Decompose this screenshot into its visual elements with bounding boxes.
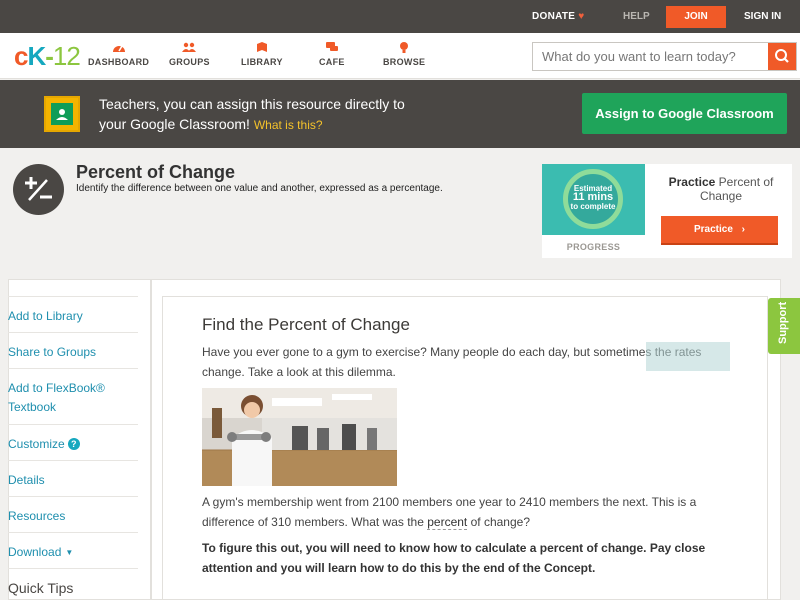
donate-label: DONATE	[532, 11, 576, 22]
nav-cafe-label: CAFE	[319, 57, 345, 67]
ck12-logo[interactable]: cK-12	[14, 42, 81, 70]
page-subtitle: Identify the difference between one valu…	[76, 183, 443, 194]
percent-vocab-link[interactable]: percent	[427, 515, 468, 530]
nav-browse-label: BROWSE	[383, 57, 426, 67]
progress-graphic: Estimated 11 mins to complete	[542, 164, 645, 235]
sign-in-link[interactable]: SIGN IN	[744, 11, 781, 22]
practice-card: Estimated 11 mins to complete PROGRESS P…	[542, 164, 792, 258]
sidebar-item-customize[interactable]: Customize?	[8, 424, 138, 454]
library-icon	[256, 42, 267, 52]
top-bar: DONATE ♥ HELP JOIN SIGN IN	[0, 0, 800, 33]
practice-button[interactable]: Practice ›	[661, 216, 778, 245]
caret-down-icon: ▼	[65, 548, 74, 557]
assign-to-google-classroom-button[interactable]: Assign to Google Classroom	[582, 93, 787, 134]
plus-minus-icon	[13, 164, 64, 215]
dashboard-icon	[112, 45, 125, 52]
banner-text: Teachers, you can assign this resource d…	[99, 94, 479, 135]
nav-library-label: LIBRARY	[241, 57, 283, 67]
sidebar-item-details[interactable]: Details	[8, 460, 138, 490]
heart-icon: ♥	[578, 11, 585, 22]
help-icon[interactable]: ?	[67, 438, 80, 450]
sidebar-item-add-to-flexbook[interactable]: Add to FlexBook® Textbook	[8, 368, 138, 417]
support-tab[interactable]: Support	[768, 298, 800, 354]
search-icon	[775, 49, 789, 63]
estimate-ring: Estimated 11 mins to complete	[563, 169, 623, 229]
search-bar	[532, 42, 797, 71]
cafe-icon	[325, 42, 338, 51]
groups-icon	[182, 42, 197, 52]
sidebar-item-quick-tips[interactable]: Quick Tips	[8, 568, 138, 598]
chevron-right-icon: ›	[741, 224, 746, 235]
gym-photo	[202, 388, 397, 486]
nav-groups[interactable]: GROUPS	[169, 41, 210, 67]
help-link[interactable]: HELP	[623, 11, 650, 22]
problem-paragraph: A gym's membership went from 2100 member…	[202, 495, 697, 530]
page-title: Percent of Change	[76, 162, 236, 182]
sidebar-item-share-to-groups[interactable]: Share to Groups	[8, 332, 138, 362]
practice-button-label: Practice	[693, 224, 733, 235]
join-button[interactable]: JOIN	[666, 6, 726, 28]
nav-library[interactable]: LIBRARY	[241, 41, 283, 67]
search-button[interactable]	[768, 43, 796, 70]
sidebar-item-download[interactable]: Download ▼	[8, 532, 138, 562]
practice-title: Practice Percent of Change	[668, 175, 774, 203]
to-complete-label: to complete	[570, 202, 616, 211]
browse-icon	[400, 42, 409, 53]
sidebar-item-add-to-library[interactable]: Add to Library	[8, 296, 138, 326]
nav-groups-label: GROUPS	[169, 57, 210, 67]
nav-dashboard-label: DASHBOARD	[88, 57, 150, 67]
progress-label: PROGRESS	[566, 242, 621, 252]
nav-browse[interactable]: BROWSE	[383, 41, 425, 67]
estimated-minutes: 11 mins	[572, 191, 614, 203]
support-label: Support	[777, 301, 789, 344]
media-controls-overlay[interactable]	[646, 342, 730, 371]
instruction-paragraph: To figure this out, you will need to kno…	[202, 541, 706, 575]
what-is-this-link[interactable]: What is this?	[254, 118, 323, 132]
search-input[interactable]	[533, 43, 769, 70]
banner-line1: Teachers, you can assign this resource d…	[99, 96, 405, 112]
nav-dashboard[interactable]: DASHBOARD	[88, 41, 149, 67]
sidebar-item-resources[interactable]: Resources	[8, 496, 138, 526]
google-classroom-icon	[44, 96, 80, 132]
donate-link[interactable]: DONATE ♥	[532, 11, 585, 22]
section-heading: Find the Percent of Change	[202, 315, 410, 334]
banner-line2: your Google Classroom!	[99, 116, 250, 132]
nav-cafe[interactable]: CAFE	[319, 41, 345, 67]
